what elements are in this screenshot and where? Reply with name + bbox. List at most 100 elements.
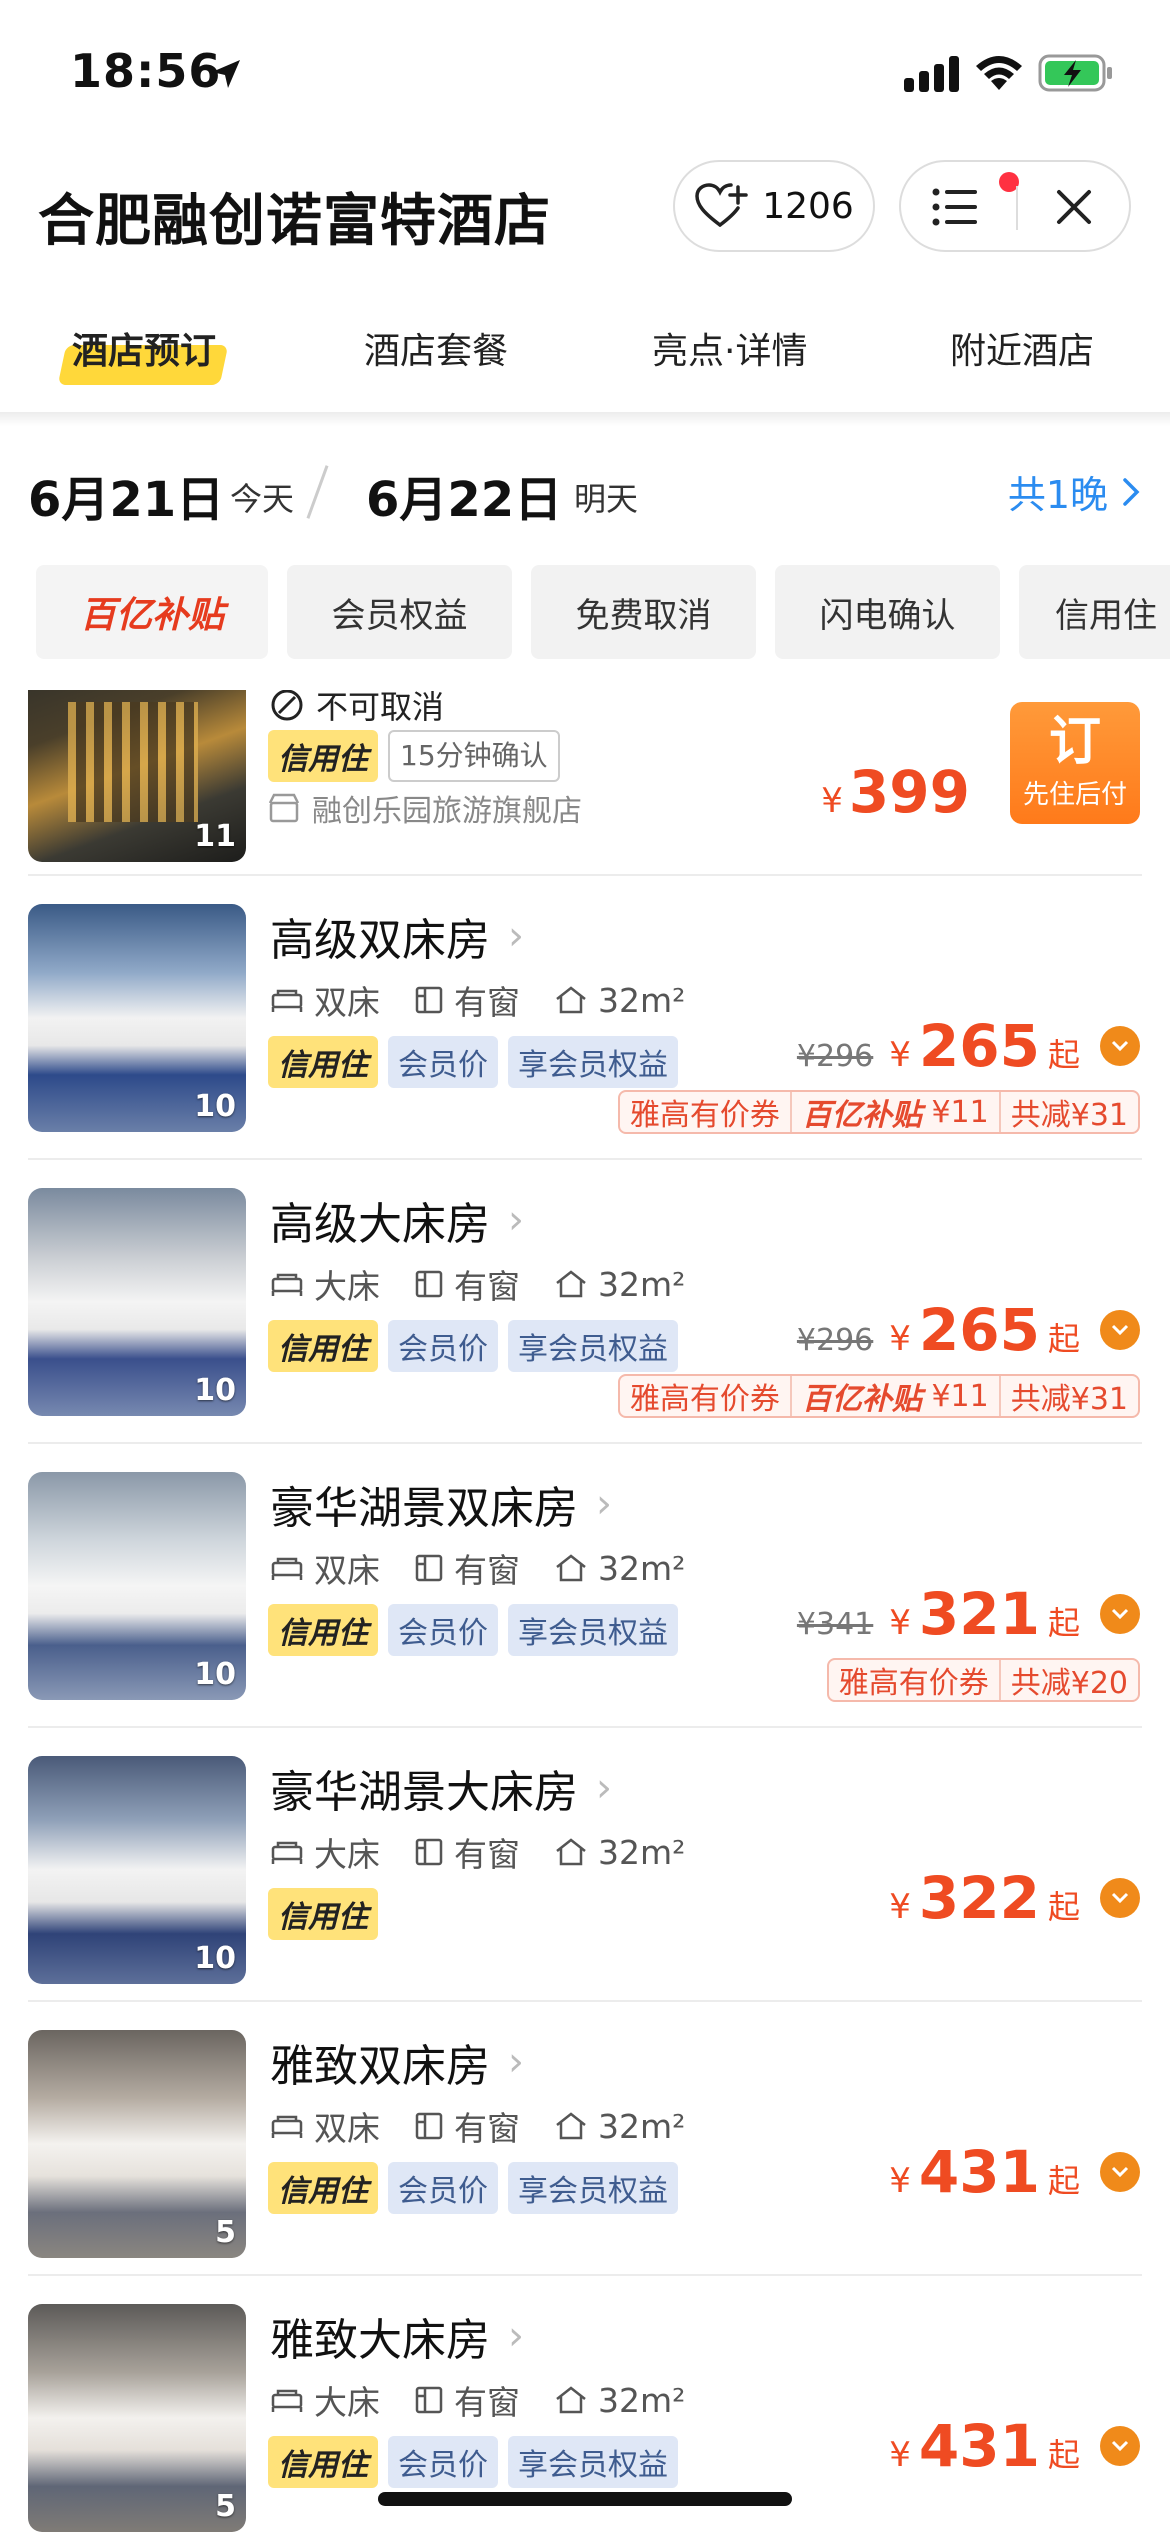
book-button[interactable]: 订 先住后付 <box>1010 702 1140 824</box>
hotel-header: 合肥融创诺富特酒店 1206 <box>0 150 1170 270</box>
book-label: 订 <box>1048 711 1101 772</box>
expand-chevron-icon[interactable] <box>1100 1878 1140 1918</box>
bed-icon <box>271 2389 303 2412</box>
price-from-label: 起 <box>1047 1888 1080 1926</box>
heart-plus-icon <box>695 183 748 227</box>
cancel-policy-label: 不可取消 <box>316 690 445 726</box>
room-card[interactable]: 10 高级双床房 › 双床 有窗 32m² 信用住 会员价 享会员权益 ¥296 … <box>0 876 1170 1160</box>
room-facilities: 双床 有窗 32m² <box>270 2102 685 2150</box>
promo-subsidy: 百亿补贴 <box>801 1098 922 1133</box>
window-type: 有窗 <box>454 983 520 1022</box>
expand-chevron-icon[interactable] <box>1100 2426 1140 2466</box>
promo-coupon: 雅高有价券 <box>838 1666 989 1701</box>
filter-member-benefits[interactable]: 会员权益 <box>287 565 512 659</box>
room-card[interactable]: 5 雅致双床房 › 双床 有窗 32m² 信用住 会员价 享会员权益 ¥ 431 … <box>0 2002 1170 2276</box>
filter-instant-confirm[interactable]: 闪电确认 <box>775 565 1000 659</box>
nights-count[interactable]: 共1晚 <box>1008 464 1140 519</box>
cellular-signal-icon <box>904 56 959 92</box>
room-photo[interactable]: 11 <box>28 690 246 862</box>
tab-nearby-hotels[interactable]: 附近酒店 <box>950 322 1094 374</box>
shop-info[interactable]: 融创乐园旅游旗舰店 <box>268 786 582 830</box>
promo-coupon: 雅高有价券 <box>629 1098 780 1133</box>
tag-member-price: 会员价 <box>388 1320 498 1372</box>
room-photo[interactable]: 10 <box>28 1472 246 1700</box>
window-info: 有窗 <box>414 1828 520 1876</box>
promo-subsidy-amount: ¥11 <box>931 1378 989 1414</box>
photo-count: 11 <box>194 819 236 854</box>
price-block[interactable]: ¥296 ¥ 265 起 <box>797 1296 1140 1364</box>
room-card[interactable]: 10 豪华湖景双床房 › 双床 有窗 32m² 信用住 会员价 享会员权益 ¥34… <box>0 1444 1170 1728</box>
tag-credit-stay: 信用住 <box>268 1888 378 1940</box>
bed-icon <box>271 1841 303 1864</box>
tag-credit-stay: 信用住 <box>268 1320 378 1372</box>
room-photo[interactable]: 5 <box>28 2030 246 2258</box>
price-block[interactable]: ¥ 431 起 <box>889 2138 1140 2206</box>
room-name: 高级大床房 <box>270 1199 490 1250</box>
checkout-tag: 明天 <box>574 480 639 518</box>
area-info: 32m² <box>554 981 685 1020</box>
room-card[interactable]: 10 高级大床房 › 大床 有窗 32m² 信用住 会员价 享会员权益 ¥296 … <box>0 1160 1170 1444</box>
room-title[interactable]: 豪华湖景大床房 › <box>270 1756 612 1820</box>
page-title: 合肥融创诺富特酒店 <box>38 189 551 254</box>
price-block[interactable]: ¥296 ¥ 265 起 <box>797 1012 1140 1080</box>
tab-highlights-details[interactable]: 亮点·详情 <box>652 322 807 374</box>
filter-credit-stay[interactable]: 信用住 <box>1019 565 1170 659</box>
expand-chevron-icon[interactable] <box>1100 1026 1140 1066</box>
room-photo[interactable]: 10 <box>28 1756 246 1984</box>
tag-credit-stay: 信用住 <box>268 730 378 782</box>
filter-free-cancel[interactable]: 免费取消 <box>531 565 756 659</box>
expand-chevron-icon[interactable] <box>1100 1594 1140 1634</box>
chevron-right-icon: › <box>508 2039 524 2085</box>
room-area: 32m² <box>598 1832 686 1872</box>
window-type: 有窗 <box>454 2109 520 2148</box>
area-info: 32m² <box>554 2107 685 2146</box>
room-title[interactable]: 高级大床房 › <box>270 1188 524 1252</box>
tab-hotel-package[interactable]: 酒店套餐 <box>364 322 508 374</box>
bed-type: 双床 <box>314 2109 380 2148</box>
room-photo[interactable]: 10 <box>28 904 246 1132</box>
bed-type: 双床 <box>314 1551 380 1590</box>
expand-chevron-icon[interactable] <box>1100 1310 1140 1350</box>
expand-chevron-icon[interactable] <box>1100 2152 1140 2192</box>
date-selector[interactable]: 6月21日 今天 6月22日 明天 共1晚 <box>0 450 1170 540</box>
room-photo[interactable]: 5 <box>28 2304 246 2532</box>
tag-credit-stay: 信用住 <box>268 1036 378 1088</box>
tag-member-price: 会员价 <box>388 1036 498 1088</box>
checkin-tag: 今天 <box>230 480 295 518</box>
filter-subsidy[interactable]: 百亿补贴 <box>36 565 268 659</box>
area-info: 32m² <box>554 1833 685 1872</box>
price-block[interactable]: ¥341 ¥ 321 起 <box>797 1580 1140 1648</box>
filter-chips: 百亿补贴 会员权益 免费取消 闪电确认 信用住 <box>0 565 1170 660</box>
list-menu-icon[interactable] <box>931 184 981 230</box>
room-title[interactable]: 雅致双床房 › <box>270 2030 524 2094</box>
favorite-count: 1206 <box>762 185 854 227</box>
favorite-button[interactable]: 1206 <box>673 160 875 252</box>
price-block[interactable]: ¥ 322 起 <box>889 1864 1140 1932</box>
room-facilities: 大床 有窗 32m² <box>270 1260 685 1308</box>
room-card[interactable]: 10 豪华湖景大床房 › 大床 有窗 32m² 信用住 ¥ 322 起 <box>0 1728 1170 2002</box>
tab-bar: 酒店预订 酒店套餐 亮点·详情 附近酒店 <box>0 300 1170 410</box>
price-from-label: 起 <box>1047 2162 1080 2200</box>
chevron-right-icon: › <box>508 913 524 959</box>
bed-type: 大床 <box>314 1835 380 1874</box>
room-price: 431 <box>918 2138 1040 2206</box>
header-shadow <box>0 412 1170 426</box>
price-from-label: 起 <box>1047 1036 1080 1074</box>
room-title[interactable]: 雅致大床房 › <box>270 2304 524 2368</box>
window-icon <box>415 1838 443 1866</box>
area-house-icon <box>556 986 586 1014</box>
tag-member-benefits: 享会员权益 <box>508 2162 678 2214</box>
price-from-label: 起 <box>1047 2436 1080 2474</box>
room-card-partial[interactable]: 11 不可取消 信用住 15分钟确认 融创乐园旅游旗舰店 ¥ 399 订 先住后… <box>0 690 1170 876</box>
currency-symbol: ¥ <box>889 2435 911 2475</box>
room-tags: 信用住 会员价 享会员权益 <box>268 1036 678 1088</box>
close-icon[interactable] <box>1051 184 1097 230</box>
location-arrow-icon <box>212 60 240 88</box>
room-photo[interactable]: 10 <box>28 1188 246 1416</box>
tab-hotel-booking[interactable]: 酒店预订 <box>72 322 216 374</box>
room-title[interactable]: 高级双床房 › <box>270 904 524 968</box>
price-block[interactable]: ¥ 431 起 <box>889 2412 1140 2480</box>
photo-count: 10 <box>194 1089 236 1124</box>
battery-charging-icon <box>1038 54 1112 92</box>
room-title[interactable]: 豪华湖景双床房 › <box>270 1472 612 1536</box>
